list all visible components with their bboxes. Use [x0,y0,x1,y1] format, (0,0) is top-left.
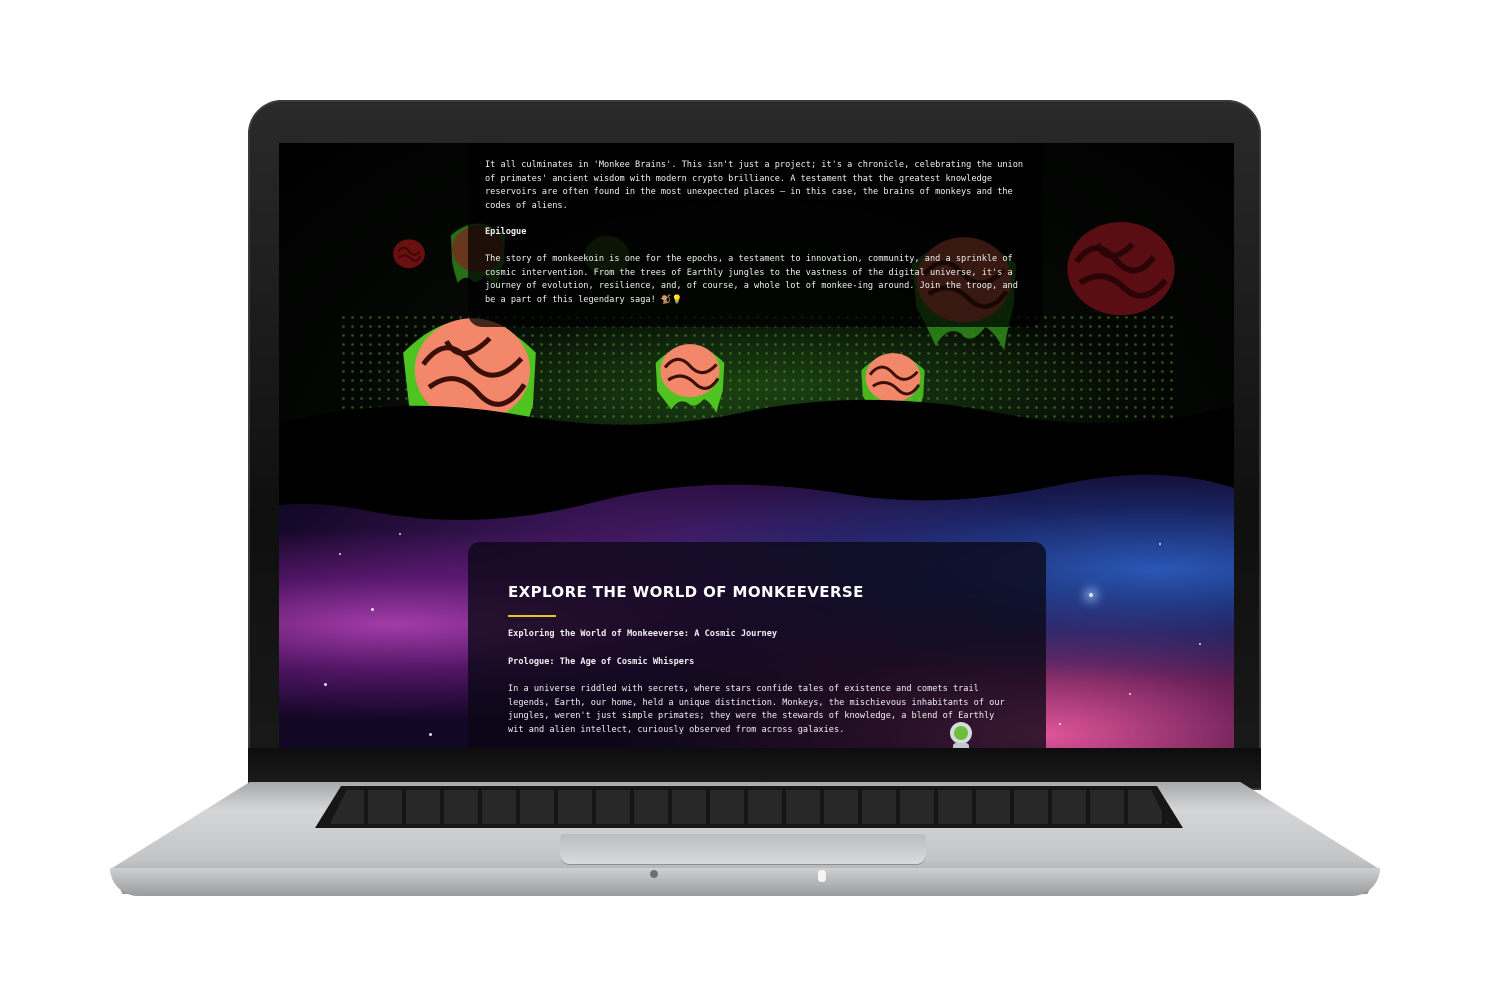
epilogue-paragraph: The story of monkeekoin is one for the e… [485,253,1018,305]
wave-divider [279,399,1234,520]
alien-astronaut-icon [950,722,972,748]
explore-subtitle: Exploring the World of Monkeeverse: A Co… [508,629,778,639]
prologue-paragraph: In a universe riddled with secrets, wher… [508,684,1005,735]
trackpad [560,834,926,864]
laptop-screen[interactable]: It all culminates in 'Monkee Brains'. Th… [279,143,1234,748]
section-title: EXPLORE THE WORLD OF MONKEEVERSE [508,583,864,601]
explore-text: Exploring the World of Monkeeverse: A Co… [508,628,1013,748]
story-text: It all culminates in 'Monkee Brains'. Th… [485,159,1030,320]
laptop-mockup: It all culminates in 'Monkee Brains'. Th… [0,0,1502,999]
brain-icon [1067,222,1175,316]
indicator-light [650,870,658,878]
epilogue-heading: Epilogue [485,227,527,238]
intro-paragraph: It all culminates in 'Monkee Brains'. Th… [485,160,1024,211]
brain-icon [393,239,425,269]
lid-notch [818,870,826,882]
keyboard-keys [330,790,1168,824]
title-underline [508,615,556,617]
webpage[interactable]: It all culminates in 'Monkee Brains'. Th… [279,143,1234,748]
prologue-heading: Prologue: The Age of Cosmic Whispers [508,656,695,667]
laptop-base-lip [110,868,1380,896]
